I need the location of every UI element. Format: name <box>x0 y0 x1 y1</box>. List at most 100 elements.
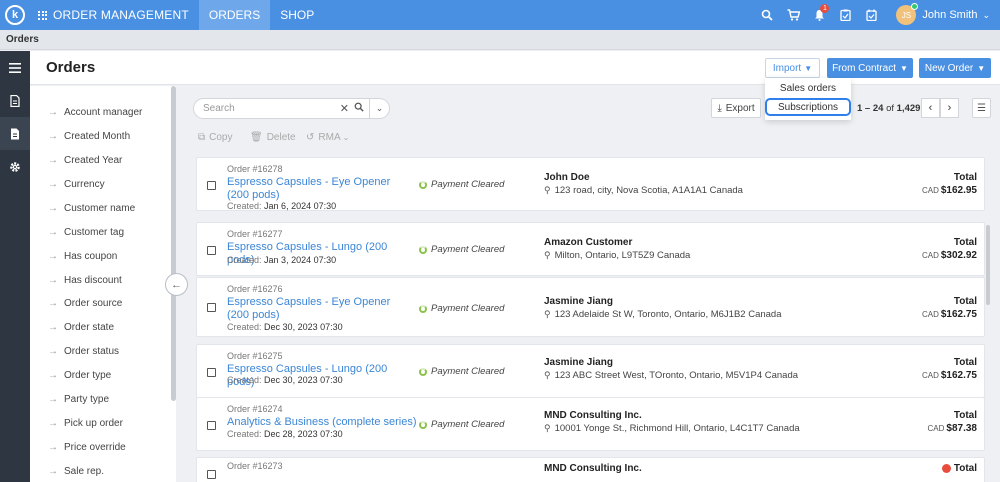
import-button[interactable]: Import ▼ <box>765 58 820 78</box>
avatar: JS <box>896 3 919 25</box>
filter-item[interactable]: → Customer tag <box>48 227 124 238</box>
from-contract-button[interactable]: From Contract ▼ <box>827 58 913 78</box>
app-logo[interactable]: k <box>0 0 30 30</box>
filter-item[interactable]: → Created Month <box>48 131 130 142</box>
map-pin-icon: ⚲ <box>544 423 551 433</box>
logo-icon: k <box>5 5 25 25</box>
document-icon[interactable] <box>0 84 30 117</box>
clipboard-icon[interactable] <box>832 0 858 30</box>
total-label: Total <box>953 172 977 183</box>
filter-label: Currency <box>64 179 105 190</box>
copy-button[interactable]: ⧉ Copy <box>198 132 233 143</box>
filter-label: Pick up order <box>64 418 123 429</box>
arrow-right-icon: → <box>48 322 58 333</box>
order-row[interactable]: Order #16274 Analytics & Business (compl… <box>196 397 985 451</box>
status-ring-icon <box>419 304 427 313</box>
customer-address: ⚲ 123 Adelaide St W, Toronto, Ontario, M6… <box>544 309 782 320</box>
filter-item[interactable]: → Created Year <box>48 155 122 166</box>
clear-icon[interactable]: ✕ <box>340 102 349 115</box>
map-pin-icon: ⚲ <box>544 370 551 380</box>
filter-item[interactable]: → Sale rep. <box>48 466 104 477</box>
export-button[interactable]: ⤓ Export <box>711 98 761 118</box>
filter-item[interactable]: → Order type <box>48 370 111 381</box>
filter-item[interactable]: → Has discount <box>48 275 122 286</box>
row-checkbox[interactable] <box>207 181 216 190</box>
row-checkbox[interactable] <box>207 246 216 255</box>
filter-item[interactable]: → Pick up order <box>48 418 123 429</box>
tab-shop[interactable]: SHOP <box>270 0 324 30</box>
list-view-button[interactable]: ☰ <box>972 98 991 118</box>
user-menu[interactable]: JS John Smith ⌄ <box>896 3 1000 25</box>
order-row[interactable]: Order #16277 Espresso Capsules - Lungo (… <box>196 222 985 276</box>
arrow-right-icon: → <box>48 107 58 118</box>
menu-item-subscriptions[interactable]: Subscriptions <box>765 98 851 116</box>
order-row[interactable]: Order #16273 MND Consulting Inc. Total <box>196 457 985 482</box>
rma-button[interactable]: ↺ RMA ⌄ <box>306 132 349 143</box>
map-pin-icon: ⚲ <box>544 185 551 195</box>
order-total: CAD $162.75 <box>922 370 977 381</box>
filter-label: Has coupon <box>64 251 118 262</box>
search-input[interactable]: Search <box>194 103 340 114</box>
next-page-button[interactable]: › <box>940 98 959 118</box>
menu-item-sales-orders[interactable]: Sales orders <box>765 79 851 97</box>
delete-label: Delete <box>266 132 296 143</box>
filter-item[interactable]: → Order status <box>48 346 119 357</box>
search-options-chevron-icon[interactable]: ⌄ <box>369 99 389 118</box>
filter-item[interactable]: → Customer name <box>48 203 135 214</box>
delete-button[interactable]: 🗑 Delete <box>250 132 296 143</box>
filter-label: Created Month <box>64 131 131 142</box>
new-order-button[interactable]: New Order ▼ <box>919 58 991 78</box>
filter-label: Order type <box>64 370 112 381</box>
order-row[interactable]: Order #16275 Espresso Capsules - Lungo (… <box>196 344 985 398</box>
created-label: Created: <box>227 429 262 439</box>
cart-icon[interactable] <box>780 0 806 30</box>
filter-item[interactable]: → Account manager <box>48 107 142 118</box>
created-date: Jan 3, 2024 07:30 <box>264 255 337 265</box>
chevron-left-icon: ‹ <box>928 102 933 114</box>
prev-page-button[interactable]: ‹ <box>921 98 940 118</box>
total-label: Total <box>953 296 977 307</box>
filter-item[interactable]: → Party type <box>48 394 109 405</box>
collapse-filters-button[interactable]: ← <box>165 273 188 296</box>
row-checkbox[interactable] <box>207 368 216 377</box>
arrow-right-icon: → <box>48 346 58 357</box>
arrow-right-icon: → <box>48 466 58 477</box>
filter-item[interactable]: → Order state <box>48 322 114 333</box>
order-title-link[interactable]: Espresso Capsules - Eye Opener (200 pods… <box>227 296 407 322</box>
search-icon[interactable] <box>354 102 364 115</box>
filter-item[interactable]: → Has coupon <box>48 251 117 262</box>
created-date: Dec 30, 2023 07:30 <box>264 375 343 385</box>
row-checkbox[interactable] <box>207 421 216 430</box>
total-label: Total <box>953 410 977 421</box>
order-row[interactable]: Order #16278 Espresso Capsules - Eye Ope… <box>196 157 985 211</box>
filter-label: Customer name <box>64 203 136 214</box>
row-checkbox[interactable] <box>207 303 216 312</box>
filter-item[interactable]: → Order source <box>48 298 122 309</box>
filter-label: Order status <box>64 346 120 357</box>
filter-item[interactable]: → Currency <box>48 179 105 190</box>
order-title-link[interactable]: Espresso Capsules - Eye Opener (200 pods… <box>227 176 407 202</box>
gear-icon[interactable] <box>0 150 30 183</box>
orders-document-icon[interactable] <box>0 117 30 150</box>
search-bar: Search ✕ ⌄ <box>193 98 390 119</box>
tab-orders[interactable]: ORDERS <box>198 0 271 30</box>
bell-icon[interactable]: 1 <box>806 0 832 30</box>
customer-address: ⚲ 10001 Yonge St., Richmond Hill, Ontario… <box>544 423 800 434</box>
filter-item[interactable]: → Price override <box>48 442 126 453</box>
order-created: Created: Jan 3, 2024 07:30 <box>227 255 336 265</box>
arrow-right-icon: → <box>48 275 58 286</box>
order-number: Order #16275 <box>227 351 283 361</box>
list-scrollbar[interactable] <box>986 225 990 305</box>
status-ring-icon <box>419 420 427 429</box>
rma-label: RMA <box>318 132 341 143</box>
app-switcher[interactable]: ORDER MANAGEMENT <box>30 0 199 30</box>
created-label: Created: <box>227 322 262 332</box>
order-row[interactable]: Order #16276 Espresso Capsules - Eye Ope… <box>196 277 985 337</box>
filter-scrollbar[interactable] <box>171 86 176 401</box>
calendar-check-icon[interactable] <box>858 0 884 30</box>
download-icon: ⤓ <box>717 102 722 114</box>
search-icon[interactable] <box>754 0 780 30</box>
row-checkbox[interactable] <box>207 470 216 479</box>
hamburger-menu-icon[interactable] <box>0 51 30 84</box>
pager-of: of <box>886 103 894 114</box>
